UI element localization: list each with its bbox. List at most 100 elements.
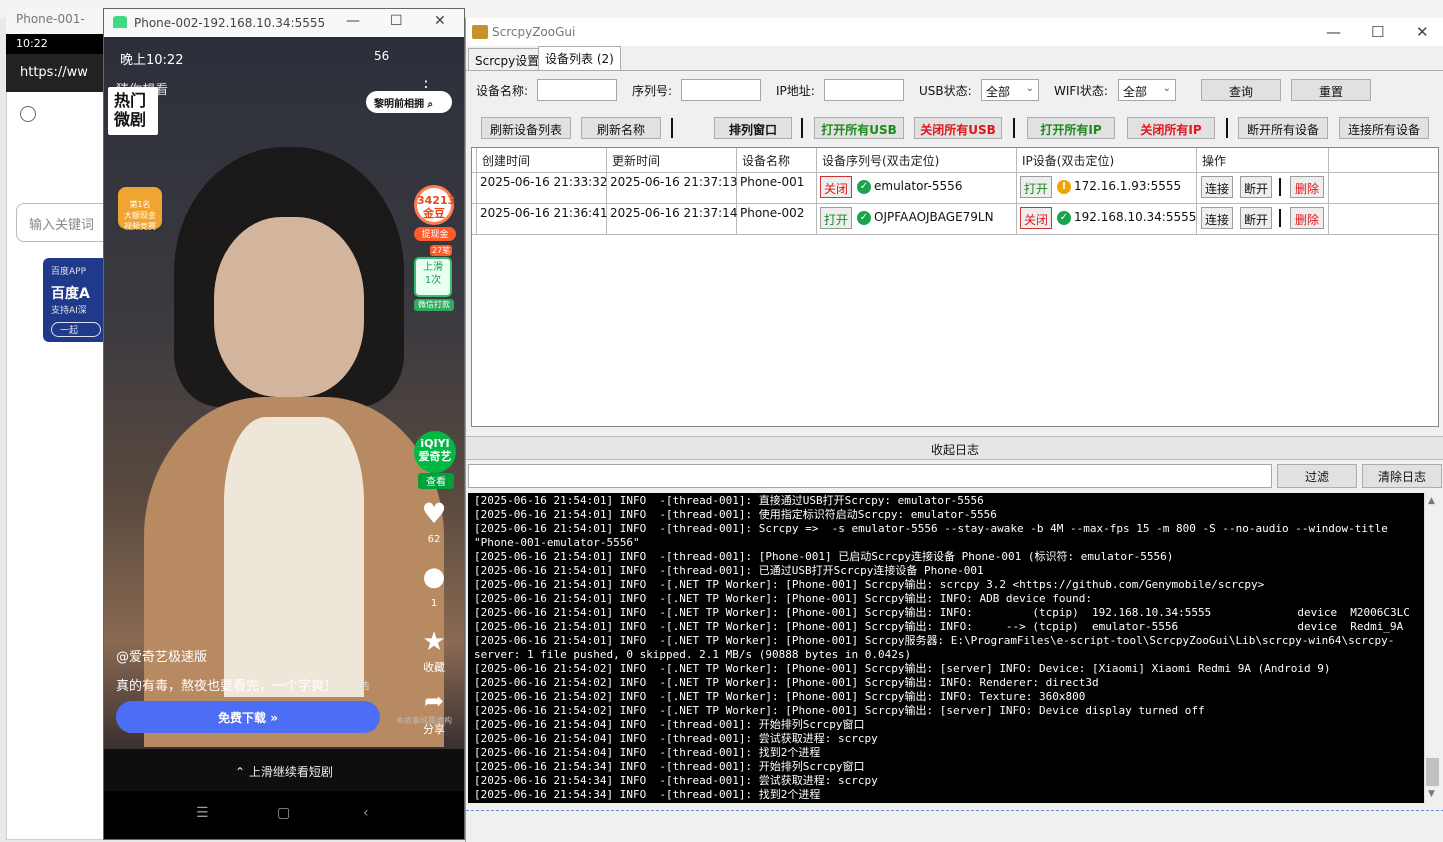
close-all-ip-button[interactable]: 关闭所有IP bbox=[1127, 117, 1215, 139]
home-icon[interactable]: ▢ bbox=[277, 805, 290, 821]
row2-ip-close-button[interactable]: 关闭 bbox=[1020, 207, 1052, 229]
phone-001-url[interactable]: https://ww bbox=[6, 54, 106, 92]
column-header-name[interactable]: 设备名称 bbox=[742, 152, 790, 169]
arrange-windows-button[interactable]: 排列窗口 bbox=[714, 117, 792, 139]
close-icon[interactable]: ✕ bbox=[434, 13, 446, 29]
row1-updated[interactable]: 2025-06-16 21:37:13 bbox=[610, 175, 737, 189]
action-separator bbox=[1279, 209, 1281, 227]
open-all-usb-button[interactable]: 打开所有USB bbox=[814, 117, 904, 139]
hot-drama-tab[interactable]: 热门 微剧 bbox=[108, 87, 158, 135]
iqiyi-view-button[interactable]: 查看 bbox=[418, 473, 454, 489]
column-header-serial[interactable]: 设备序列号(双击定位) bbox=[822, 152, 939, 169]
disconnect-all-button[interactable]: 断开所有设备 bbox=[1238, 117, 1328, 139]
row2-name[interactable]: Phone-002 bbox=[740, 206, 804, 220]
hot-drama-label: 热门 微剧 bbox=[114, 91, 147, 129]
phone-002-screen[interactable]: 晚上10:22 56 猜你想看 热门 微剧 ⋮ 黎明前相拥 ⌕ 第1名 大额现金… bbox=[104, 37, 464, 749]
maximize-icon[interactable]: ☐ bbox=[390, 13, 403, 29]
chevron-up-icon: ⌃ bbox=[235, 765, 249, 779]
row1-ip[interactable]: 172.16.1.93:5555 bbox=[1074, 179, 1181, 193]
log-filter-button[interactable]: 过滤 bbox=[1277, 464, 1357, 488]
log-line: [2025-06-16 21:54:01] INFO -[thread-001]… bbox=[474, 508, 997, 521]
log-filter-input[interactable] bbox=[468, 464, 1272, 488]
row2-delete-button[interactable]: 删除 bbox=[1290, 207, 1324, 229]
usb-status-select[interactable]: 全部 ⌄ bbox=[981, 79, 1039, 101]
log-line: [2025-06-16 21:54:02] INFO -[.NET TP Wor… bbox=[474, 662, 1331, 675]
minimize-icon[interactable]: — bbox=[346, 13, 360, 29]
row1-delete-button[interactable]: 删除 bbox=[1290, 176, 1324, 198]
row1-serial[interactable]: emulator-5556 bbox=[874, 179, 962, 193]
phone-001-window bbox=[6, 8, 106, 840]
log-output[interactable]: [2025-06-16 21:54:01] INFO -[thread-001]… bbox=[468, 493, 1424, 803]
row1-disconnect-button[interactable]: 断开 bbox=[1240, 176, 1272, 198]
video-author[interactable]: @爱奇艺极速版 bbox=[116, 646, 207, 665]
maximize-icon[interactable]: ☐ bbox=[1371, 23, 1384, 41]
open-all-ip-button[interactable]: 打开所有IP bbox=[1027, 117, 1115, 139]
app-icon bbox=[472, 25, 488, 39]
log-scrollbar-thumb[interactable] bbox=[1426, 758, 1439, 786]
phone-002-titlebar[interactable]: Phone-002-192.168.10.34:5555 — ☐ ✕ bbox=[104, 9, 464, 37]
ip-input[interactable] bbox=[824, 79, 904, 101]
refresh-device-list-button[interactable]: 刷新设备列表 bbox=[481, 117, 571, 139]
row2-ip[interactable]: 192.168.10.34:5555 bbox=[1074, 210, 1196, 224]
scroll-up-icon[interactable]: ▲ bbox=[1428, 496, 1435, 506]
heart-icon[interactable]: ♥ bbox=[414, 497, 454, 530]
collapse-log-bar[interactable]: 收起日志 bbox=[466, 436, 1443, 460]
row1-created[interactable]: 2025-06-16 21:33:32 bbox=[480, 175, 607, 189]
row1-usb-close-button[interactable]: 关闭 bbox=[820, 176, 852, 198]
serial-input[interactable] bbox=[681, 79, 761, 101]
slide-reward-badge[interactable]: 上滑 1次 bbox=[414, 257, 452, 297]
user-icon[interactable] bbox=[20, 106, 36, 122]
gold-bean-badge[interactable]: 34213 金豆 bbox=[414, 185, 455, 225]
chevron-down-icon: ⌄ bbox=[1162, 83, 1171, 94]
scroll-down-icon[interactable]: ▼ bbox=[1428, 789, 1435, 799]
column-header-ip[interactable]: IP设备(双击定位) bbox=[1022, 152, 1114, 169]
log-line: [2025-06-16 21:54:01] INFO -[thread-001]… bbox=[474, 494, 984, 507]
column-header-actions: 操作 bbox=[1202, 154, 1227, 168]
ip-label: IP地址: bbox=[776, 84, 815, 98]
connect-all-button[interactable]: 连接所有设备 bbox=[1339, 117, 1429, 139]
comment-icon[interactable]: ● bbox=[414, 562, 454, 592]
row2-serial[interactable]: OJPFAAOJBAGE79LN bbox=[874, 210, 994, 224]
share-icon[interactable]: ➦ bbox=[414, 687, 454, 715]
query-button[interactable]: 查询 bbox=[1201, 79, 1281, 101]
ad-button[interactable]: 一起 bbox=[51, 322, 101, 337]
close-icon[interactable]: ✕ bbox=[1416, 23, 1429, 41]
tab-device-list[interactable]: 设备列表 (2) bbox=[538, 46, 621, 70]
row2-created[interactable]: 2025-06-16 21:36:41 bbox=[480, 206, 607, 220]
minimize-icon[interactable]: — bbox=[1326, 23, 1341, 41]
log-line: [2025-06-16 21:54:04] INFO -[thread-001]… bbox=[474, 732, 878, 745]
row1-connect-button[interactable]: 连接 bbox=[1201, 176, 1233, 198]
menu-icon[interactable]: ☰ bbox=[196, 805, 209, 821]
refresh-name-button[interactable]: 刷新名称 bbox=[581, 117, 661, 139]
log-line: [2025-06-16 21:54:01] INFO -[thread-001]… bbox=[474, 522, 1388, 535]
row1-name[interactable]: Phone-001 bbox=[740, 175, 804, 189]
swipe-hint[interactable]: ⌃ 上滑继续看短剧 bbox=[104, 749, 464, 791]
wifi-status-select[interactable]: 全部 ⌄ bbox=[1118, 79, 1176, 101]
row2-connect-button[interactable]: 连接 bbox=[1201, 207, 1233, 229]
device-name-input[interactable] bbox=[537, 79, 617, 101]
clear-log-button[interactable]: 清除日志 bbox=[1362, 464, 1442, 488]
coin-reward-badge[interactable]: 第1名 大额现金 视频竞赛 bbox=[118, 187, 162, 231]
back-icon[interactable]: ‹ bbox=[363, 805, 369, 821]
row1-ip-open-button[interactable]: 打开 bbox=[1020, 176, 1052, 198]
column-header-created[interactable]: 创建时间 bbox=[482, 152, 530, 169]
star-icon[interactable]: ★ bbox=[414, 627, 454, 657]
tab-scrcpy-settings[interactable]: Scrcpy设置 bbox=[468, 48, 547, 70]
reset-button[interactable]: 重置 bbox=[1291, 79, 1371, 101]
fine-print: 本故事纯属虚构 bbox=[396, 716, 452, 725]
phone-001-title[interactable]: Phone-001- bbox=[6, 8, 106, 34]
row2-usb-open-button[interactable]: 打开 bbox=[820, 207, 852, 229]
row2-disconnect-button[interactable]: 断开 bbox=[1240, 207, 1272, 229]
log-line: [2025-06-16 21:54:34] INFO -[thread-001]… bbox=[474, 774, 878, 787]
log-line: [2025-06-16 21:54:02] INFO -[.NET TP Wor… bbox=[474, 704, 1205, 717]
iqiyi-logo[interactable]: iQIYI 爱奇艺 bbox=[414, 431, 456, 473]
phone-001-search-input[interactable]: 输入关键词 bbox=[16, 203, 116, 242]
search-suggestion-pill[interactable]: 黎明前相拥 ⌕ bbox=[366, 91, 452, 113]
row2-updated[interactable]: 2025-06-16 21:37:14 bbox=[610, 206, 737, 220]
log-scrollbar[interactable]: ▲ ▼ bbox=[1424, 493, 1441, 803]
close-all-usb-button[interactable]: 关闭所有USB bbox=[914, 117, 1002, 139]
free-download-button[interactable]: 免费下载 » bbox=[116, 701, 380, 733]
column-header-updated[interactable]: 更新时间 bbox=[612, 152, 660, 169]
gold-withdraw-tag[interactable]: 提现金 bbox=[414, 227, 456, 241]
app-titlebar[interactable]: ScrcpyZooGui — ☐ ✕ bbox=[466, 18, 1443, 46]
